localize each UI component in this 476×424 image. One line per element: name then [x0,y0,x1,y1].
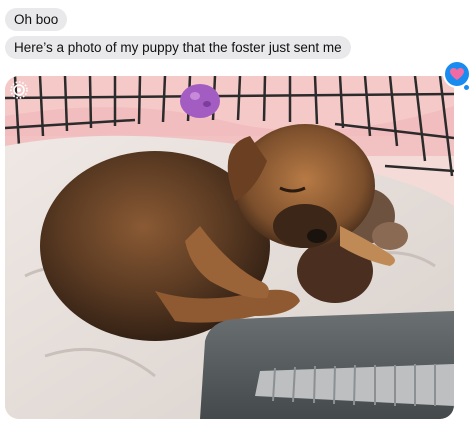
puppy-photo-illustration [5,76,454,419]
message-text: Oh boo [14,12,59,27]
live-photo-icon [9,80,29,100]
tapback-tail [463,84,470,91]
heart-icon [450,68,464,80]
message-text: Here’s a photo of my puppy that the fost… [14,40,342,55]
message-photo[interactable] [5,76,454,419]
message-bubble-received[interactable]: Oh boo [5,8,68,31]
message-bubble-received[interactable]: Here’s a photo of my puppy that the fost… [5,36,351,59]
